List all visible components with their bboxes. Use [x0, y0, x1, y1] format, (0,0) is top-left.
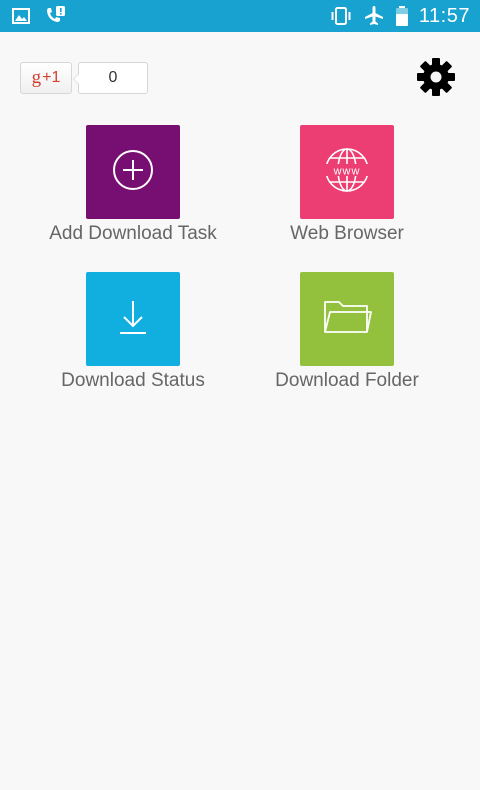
folder-icon	[321, 294, 373, 344]
tile-download-status-box[interactable]	[86, 272, 180, 366]
phone-alert-icon	[44, 5, 66, 27]
tile-add-download-task-label: Add Download Task	[49, 223, 217, 244]
tile-web-browser-box[interactable]: www	[300, 125, 394, 219]
tile-download-status-label: Download Status	[61, 370, 205, 391]
status-bar: 11:57	[0, 0, 480, 32]
image-icon	[12, 7, 30, 25]
google-plus-one-button[interactable]: g +1	[20, 62, 72, 94]
tile-add-download-task-box[interactable]	[86, 125, 180, 219]
download-arrow-icon	[113, 295, 153, 343]
tile-download-folder-label: Download Folder	[275, 370, 419, 391]
tile-download-folder[interactable]: Download Folder	[242, 272, 452, 392]
plus-circle-icon	[110, 147, 156, 197]
svg-text:www: www	[333, 166, 361, 178]
settings-button[interactable]	[414, 58, 458, 100]
google-plus-g-label: g	[31, 67, 42, 88]
tile-download-folder-box[interactable]	[300, 272, 394, 366]
gear-icon	[416, 57, 456, 101]
google-plus-one-label: +1	[42, 69, 61, 86]
tile-add-download-task[interactable]: Add Download Task	[28, 125, 238, 245]
status-time: 11:57	[418, 4, 470, 27]
tile-download-status[interactable]: Download Status	[28, 272, 238, 392]
battery-icon	[395, 5, 409, 27]
vibrate-icon	[329, 6, 353, 26]
tile-web-browser[interactable]: www Web Browser	[242, 125, 452, 245]
globe-www-icon: www	[321, 144, 373, 200]
tile-web-browser-label: Web Browser	[290, 223, 404, 244]
airplane-icon	[363, 5, 385, 27]
google-plus-count: 0	[73, 62, 148, 94]
google-plus-widget: g +1 0	[20, 62, 148, 94]
